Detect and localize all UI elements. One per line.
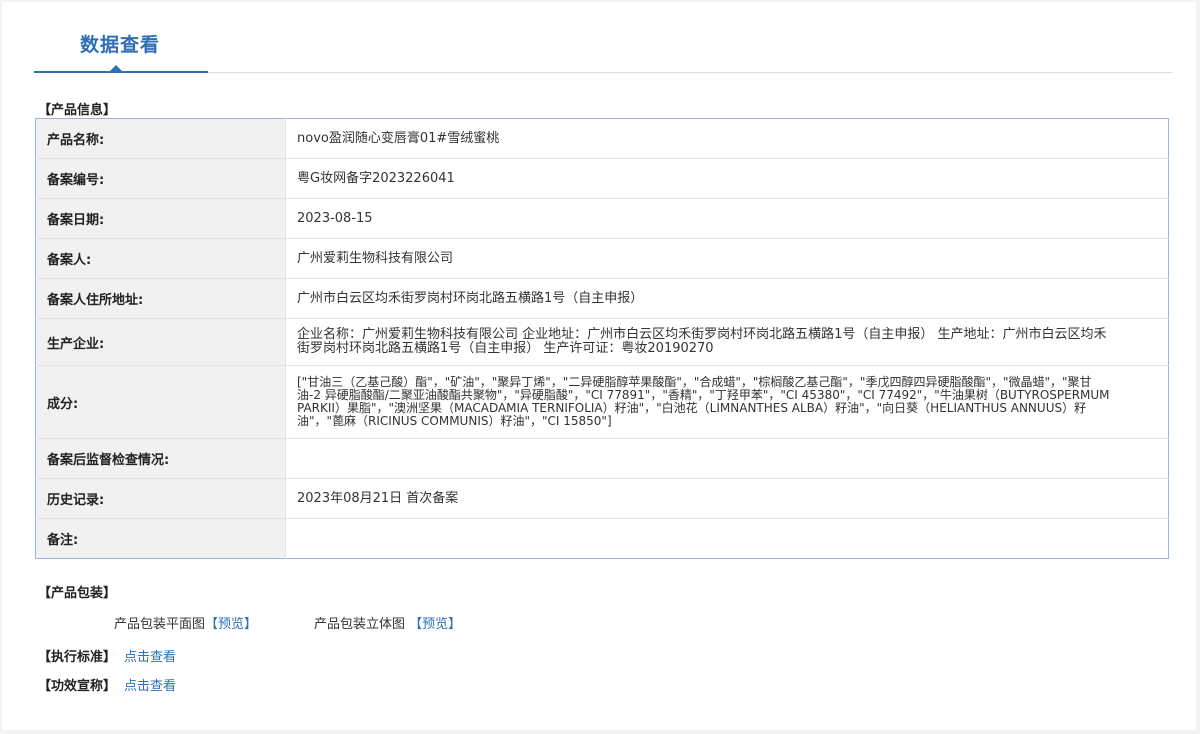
value-registrant-address: 广州市白云区均禾街罗岗村环岗北路五横路1号（自主申报）: [285, 278, 1169, 319]
efficacy-label: 【功效宣称】: [38, 679, 117, 694]
row-product-name: 产品名称: novo盈润随心变唇膏01#雪绒蜜桃: [35, 118, 1169, 159]
product-info-heading: 【产品信息】: [38, 103, 117, 118]
label-record-date: 备案日期:: [35, 198, 286, 239]
row-record-number: 备案编号: 粤G妆网备字2023226041: [35, 158, 1169, 199]
row-record-date: 备案日期: 2023-08-15: [35, 198, 1169, 239]
label-history: 历史记录:: [35, 478, 286, 519]
row-manufacturer: 生产企业: 企业名称：广州爱莉生物科技有限公司 企业地址：广州市白云区均禾街罗岗…: [35, 318, 1169, 366]
packaging-solid-preview-link[interactable]: 【预览】: [409, 617, 461, 632]
packaging-solid: 产品包装立体图 【预览】: [314, 613, 461, 632]
standard-label: 【执行标准】: [38, 650, 117, 665]
packaging-solid-label: 产品包装立体图: [314, 617, 406, 632]
row-supervision: 备案后监督检查情况:: [35, 438, 1169, 479]
content-panel: 数据查看 【产品信息】 产品名称: novo盈润随心变唇膏01#雪绒蜜桃 备案编…: [2, 2, 1196, 730]
label-registrant-address: 备案人住所地址:: [35, 278, 286, 319]
row-remarks: 备注:: [35, 518, 1169, 559]
label-manufacturer: 生产企业:: [35, 318, 286, 366]
label-supervision: 备案后监督检查情况:: [35, 438, 286, 479]
product-info-table: 产品名称: novo盈润随心变唇膏01#雪绒蜜桃 备案编号: 粤G妆网备字202…: [35, 118, 1169, 559]
packaging-heading: 【产品包装】: [38, 586, 117, 601]
value-product-name: novo盈润随心变唇膏01#雪绒蜜桃: [285, 118, 1169, 159]
standard-line: 【执行标准】 点击查看: [38, 646, 176, 665]
packaging-flat: 产品包装平面图【预览】: [114, 613, 257, 632]
label-remarks: 备注:: [35, 518, 286, 559]
title-bar: 数据查看: [34, 2, 1172, 76]
label-registrant: 备案人:: [35, 238, 286, 279]
value-history: 2023年08月21日 首次备案: [285, 478, 1169, 519]
label-record-number: 备案编号:: [35, 158, 286, 199]
caret-up-icon: [110, 65, 122, 71]
value-record-date: 2023-08-15: [285, 198, 1169, 239]
value-supervision: [285, 438, 1169, 479]
page-title: 数据查看: [80, 34, 161, 56]
value-manufacturer: 企业名称：广州爱莉生物科技有限公司 企业地址：广州市白云区均禾街罗岗村环岗北路五…: [285, 318, 1169, 366]
label-ingredients: 成分:: [35, 365, 286, 439]
label-product-name: 产品名称:: [35, 118, 286, 159]
row-history: 历史记录: 2023年08月21日 首次备案: [35, 478, 1169, 519]
efficacy-line: 【功效宣称】 点击查看: [38, 675, 176, 694]
active-tab-underline: [34, 71, 208, 73]
value-remarks: [286, 519, 1169, 559]
value-ingredients: ["甘油三（乙基己酸）酯"，"矿油"，"聚异丁烯"，"二异硬脂醇苹果酸酯"，"合…: [285, 365, 1169, 439]
standard-view-link[interactable]: 点击查看: [124, 650, 176, 665]
row-registrant: 备案人: 广州爱莉生物科技有限公司: [35, 238, 1169, 279]
packaging-flat-preview-link[interactable]: 【预览】: [205, 617, 257, 632]
value-registrant: 广州爱莉生物科技有限公司: [285, 238, 1169, 279]
row-registrant-address: 备案人住所地址: 广州市白云区均禾街罗岗村环岗北路五横路1号（自主申报）: [35, 278, 1169, 319]
efficacy-view-link[interactable]: 点击查看: [124, 679, 176, 694]
row-ingredients: 成分: ["甘油三（乙基己酸）酯"，"矿油"，"聚异丁烯"，"二异硬脂醇苹果酸酯…: [35, 365, 1169, 439]
packaging-flat-label: 产品包装平面图: [114, 617, 206, 632]
value-record-number: 粤G妆网备字2023226041: [285, 158, 1169, 199]
